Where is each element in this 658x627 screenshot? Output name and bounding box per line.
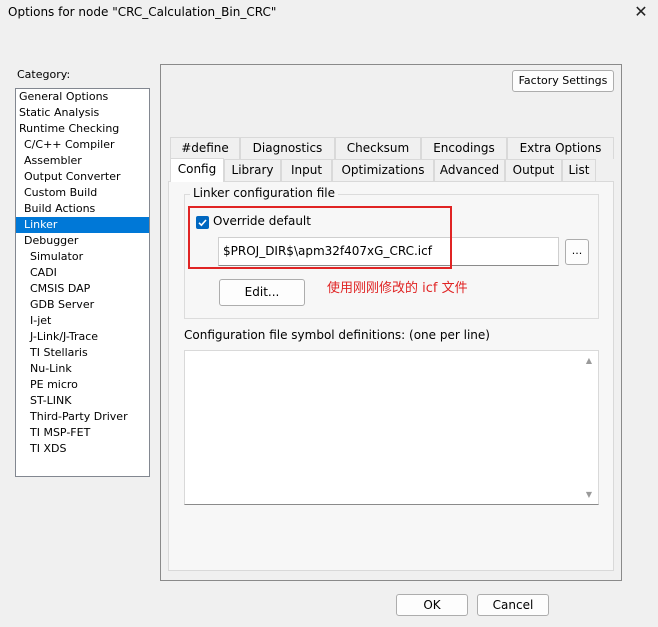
tab-extra-options[interactable]: Extra Options	[507, 137, 614, 159]
category-item[interactable]: Runtime Checking	[16, 121, 149, 137]
tab-define[interactable]: #define	[170, 137, 240, 159]
category-item[interactable]: Assembler	[16, 153, 149, 169]
category-item[interactable]: Debugger	[16, 233, 149, 249]
category-item[interactable]: Simulator	[16, 249, 149, 265]
category-item[interactable]: Build Actions	[16, 201, 149, 217]
category-item[interactable]: TI MSP-FET	[16, 425, 149, 441]
tab-advanced[interactable]: Advanced	[434, 159, 505, 181]
scroll-down-arrow-icon[interactable]: ▼	[583, 489, 595, 501]
category-item[interactable]: General Options	[16, 89, 149, 105]
category-item[interactable]: Linker	[16, 217, 149, 233]
window-title: Options for node "CRC_Calculation_Bin_CR…	[8, 5, 277, 19]
category-item[interactable]: PE micro	[16, 377, 149, 393]
symbol-definitions-textarea[interactable]	[184, 350, 599, 505]
category-label: Category:	[17, 68, 71, 81]
browse-button[interactable]: ...	[565, 239, 589, 265]
tab-library[interactable]: Library	[224, 159, 281, 181]
tab-input[interactable]: Input	[281, 159, 332, 181]
scroll-up-arrow-icon[interactable]: ▲	[583, 355, 595, 367]
ok-button[interactable]: OK	[396, 594, 468, 616]
factory-settings-button[interactable]: Factory Settings	[512, 70, 614, 92]
category-item[interactable]: Nu-Link	[16, 361, 149, 377]
category-item[interactable]: CMSIS DAP	[16, 281, 149, 297]
category-item[interactable]: C/C++ Compiler	[16, 137, 149, 153]
category-item[interactable]: J-Link/J-Trace	[16, 329, 149, 345]
tab-encodings[interactable]: Encodings	[421, 137, 507, 159]
category-item[interactable]: TI Stellaris	[16, 345, 149, 361]
category-item[interactable]: TI XDS	[16, 441, 149, 457]
tab-config[interactable]: Config	[170, 158, 224, 182]
category-item[interactable]: ST-LINK	[16, 393, 149, 409]
linker-config-group-label: Linker configuration file	[190, 186, 338, 200]
tab-diagnostics[interactable]: Diagnostics	[240, 137, 335, 159]
category-item[interactable]: Static Analysis	[16, 105, 149, 121]
category-item[interactable]: I-jet	[16, 313, 149, 329]
category-list[interactable]: General Options Static Analysis Runtime Ch…	[15, 88, 150, 477]
category-item[interactable]: CADI	[16, 265, 149, 281]
tab-optimizations[interactable]: Optimizations	[332, 159, 434, 181]
highlight-annotation-box	[188, 206, 452, 269]
tab-list[interactable]: List	[562, 159, 596, 181]
category-item[interactable]: Output Converter	[16, 169, 149, 185]
tab-output[interactable]: Output	[505, 159, 562, 181]
category-item[interactable]: Custom Build	[16, 185, 149, 201]
close-icon[interactable]: ✕	[628, 2, 654, 24]
annotation-text: 使用刚刚修改的 icf 文件	[327, 281, 468, 296]
symbol-definitions-label: Configuration file symbol definitions: (…	[184, 328, 490, 342]
cancel-button[interactable]: Cancel	[477, 594, 549, 616]
tab-checksum[interactable]: Checksum	[335, 137, 421, 159]
category-item[interactable]: Third-Party Driver	[16, 409, 149, 425]
category-item[interactable]: GDB Server	[16, 297, 149, 313]
edit-button[interactable]: Edit...	[219, 279, 305, 306]
